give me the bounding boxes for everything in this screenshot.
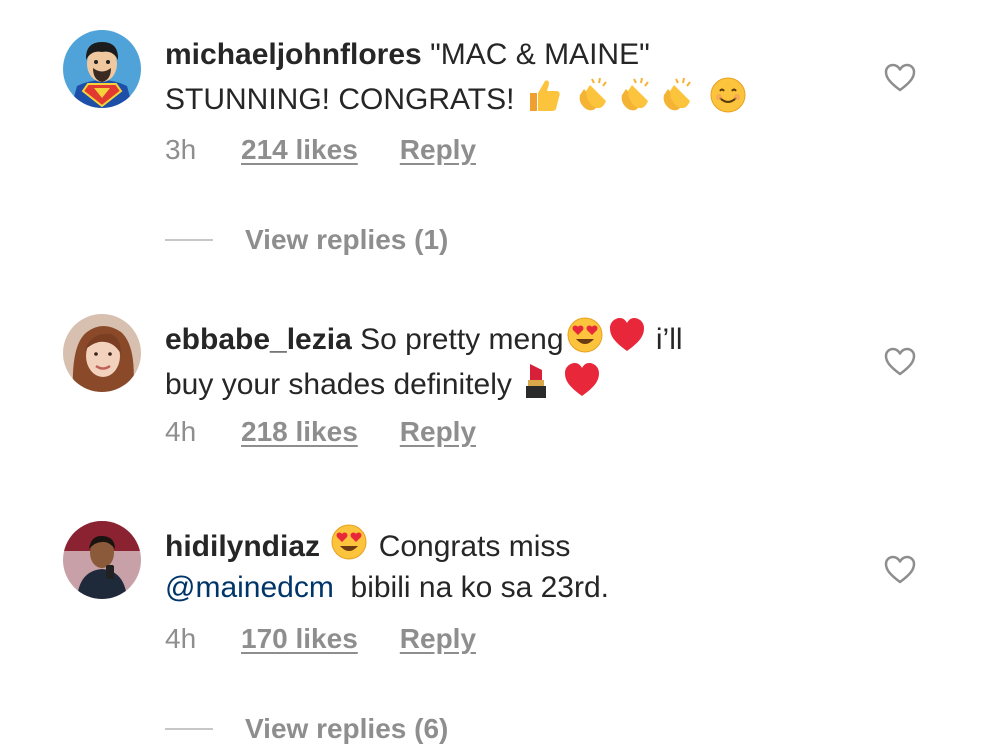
like-heart-icon[interactable] [884,347,916,377]
reply-button[interactable]: Reply [400,623,476,655]
clapping-hands-icon [579,77,607,111]
heart-eyes-icon [331,524,367,560]
timestamp: 4h [165,416,197,447]
comment-text: Congrats miss [370,530,571,563]
profile-photo-icon [63,314,141,392]
comment-body: ebbabe_lezia So pretty meng i’ll buy you… [165,315,855,405]
comment-text: i’ll [647,323,683,356]
comment-text: bibili na ko sa 23rd. [333,571,610,604]
comment-text: So pretty meng [351,323,564,356]
comment-body: michaeljohnflores "MAC & MAINE" STUNNING… [165,34,855,120]
username[interactable]: hidilyndiaz [165,530,320,563]
heart-eyes-icon [567,317,603,353]
comment-text: STUNNING! CONGRATS! [165,83,523,116]
likes-count-link[interactable]: 218 likes [241,416,358,448]
comment-text: "MAC & MAINE" [421,38,650,71]
smiling-face-icon [710,77,746,113]
avatar[interactable] [63,30,141,108]
like-heart-icon[interactable] [884,63,916,93]
avatar[interactable] [63,521,141,599]
like-heart-icon[interactable] [884,555,916,585]
comment-text: buy your shades definitely [165,368,512,401]
superman-avatar-icon [63,30,141,108]
comment-body: hidilyndiaz Congrats miss @mainedcm bibi… [165,522,855,608]
red-heart-icon [564,363,599,396]
view-replies-label: View replies (6) [245,713,449,744]
view-replies-button[interactable]: View replies (6) [165,713,448,745]
view-replies-label: View replies (1) [245,224,449,255]
reply-button[interactable]: Reply [400,134,476,166]
thumbs-up-icon [529,80,560,111]
timestamp: 4h [165,623,197,654]
mention-link[interactable]: @mainedcm [165,571,334,604]
likes-count-link[interactable]: 214 likes [241,134,358,166]
divider-line [165,239,213,241]
divider-line [165,728,213,730]
reply-button[interactable]: Reply [400,416,476,448]
avatar[interactable] [63,314,141,392]
lipstick-icon [526,364,547,398]
clapping-hands-icon [663,77,691,111]
comment-meta: 4h 218 likes Reply [165,416,476,448]
comment-meta: 4h 170 likes Reply [165,623,476,655]
view-replies-button[interactable]: View replies (1) [165,224,448,256]
username[interactable]: michaeljohnflores [165,38,422,71]
red-heart-icon [609,318,644,351]
comment-meta: 3h 214 likes Reply [165,134,476,166]
username[interactable]: ebbabe_lezia [165,323,352,356]
timestamp: 3h [165,134,197,165]
profile-photo-icon [63,521,141,599]
clapping-hands-icon [621,77,649,111]
likes-count-link[interactable]: 170 likes [241,623,358,655]
